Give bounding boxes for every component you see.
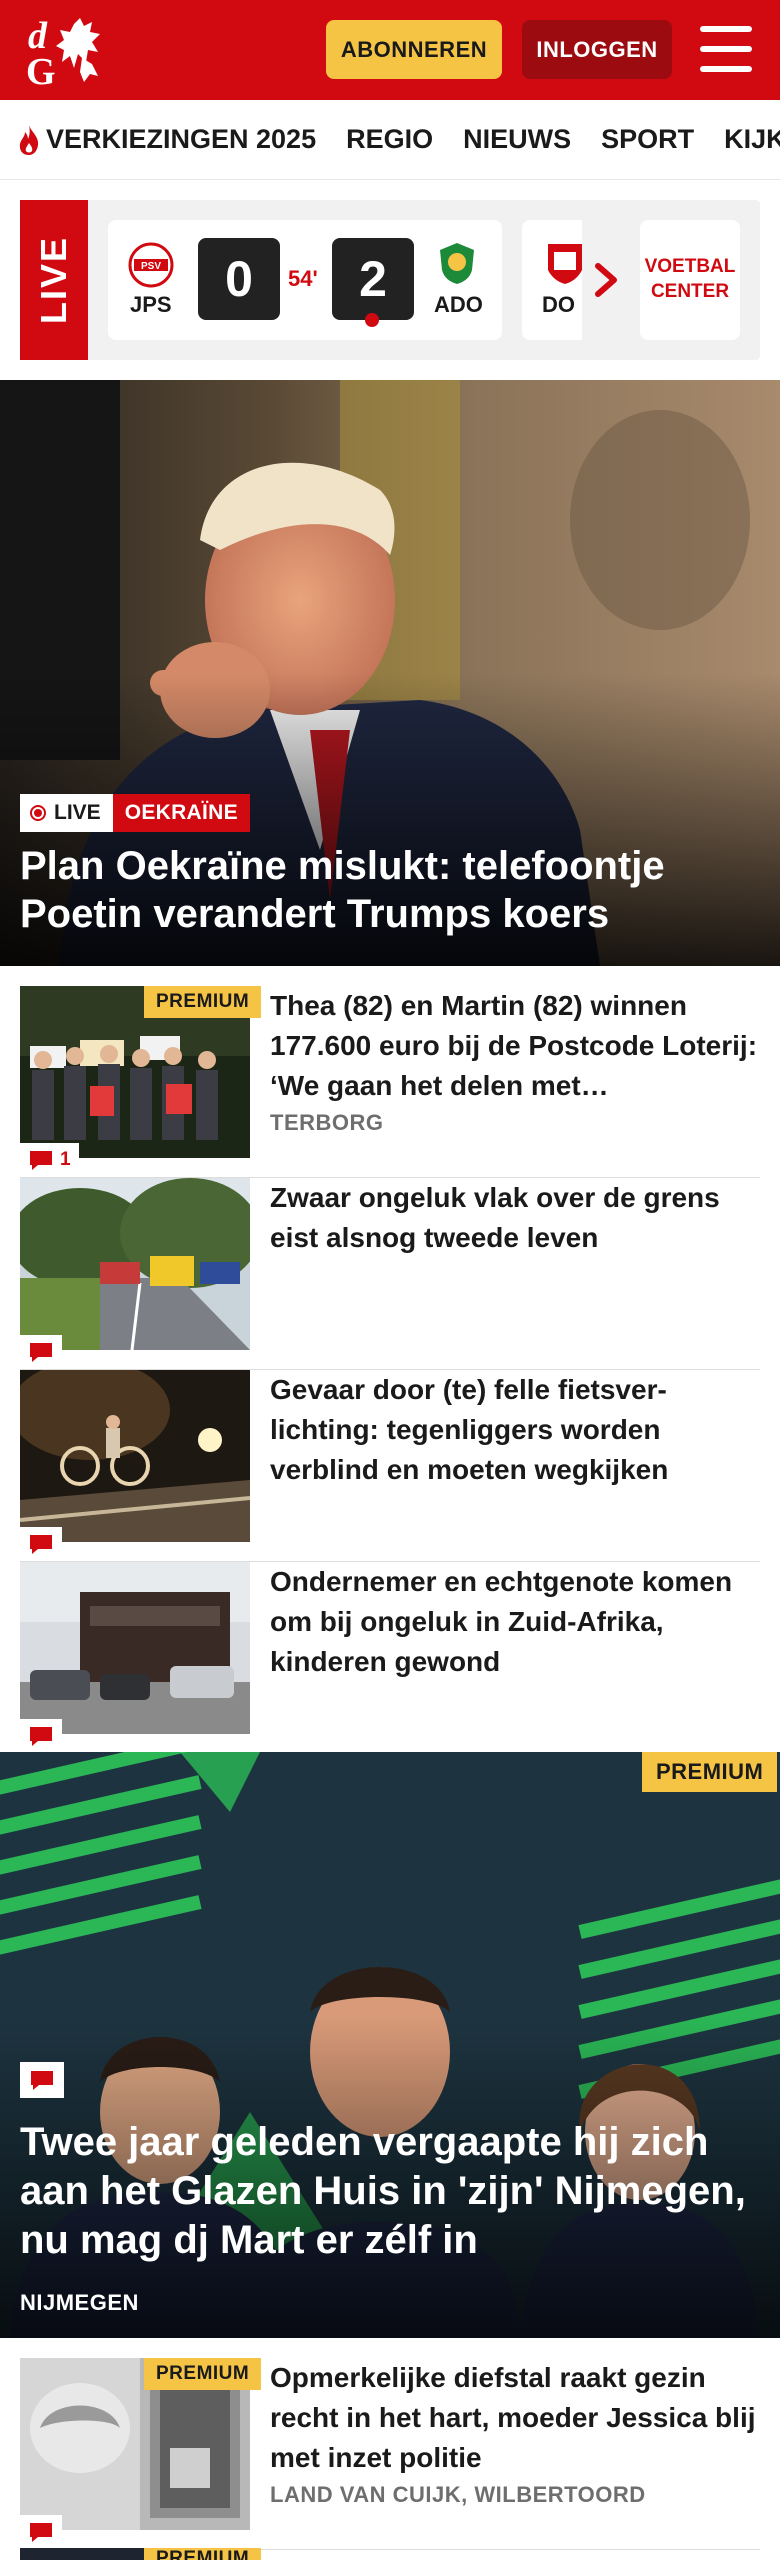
- comment-badge[interactable]: [20, 1527, 62, 1561]
- comment-badge[interactable]: [20, 2515, 62, 2549]
- feature-location: NIJMEGEN: [20, 2290, 139, 2315]
- article-location: LAND VAN CUIJK, WILBERTOORD: [270, 2482, 646, 2507]
- site-logo[interactable]: d G: [22, 14, 118, 88]
- live-badge: LIVE: [20, 794, 113, 832]
- next-home-team: DO: [542, 292, 575, 317]
- article-title[interactable]: Zwaar ongeluk vlak over de grens eist al…: [270, 1178, 760, 1258]
- next-match-card[interactable]: DO: [522, 220, 582, 340]
- comment-count: 1: [60, 1149, 71, 1170]
- live-badge-label: LIVE: [54, 801, 101, 824]
- article-title[interactable]: Gevaar door (te) felle fietsver-lichting…: [270, 1370, 760, 1490]
- live-label: LIVE: [33, 235, 75, 325]
- goal-indicator: [365, 313, 379, 327]
- main-nav: VERKIEZINGEN 2025 REGIO NIEUWS SPORT KIJ…: [0, 100, 780, 180]
- flame-icon: [19, 124, 39, 155]
- psv-logo-icon: PSV: [128, 242, 174, 288]
- list-item[interactable]: Gevaar door (te) felle fietsver-lichting…: [20, 1370, 760, 1562]
- article-title[interactable]: Opmerkelijke diefstal raakt gezin recht …: [270, 2358, 760, 2478]
- comment-badge[interactable]: [20, 1719, 62, 1753]
- away-team-name: ADO: [434, 292, 483, 317]
- svg-text:PSV: PSV: [141, 261, 161, 272]
- article-thumbnail: [20, 1562, 250, 1734]
- team-logo-icon: [548, 244, 582, 284]
- match-minute: 54': [288, 266, 318, 291]
- premium-badge: PREMIUM: [144, 2358, 262, 2390]
- article-title[interactable]: Ondernemer en echtgenote komen om bij on…: [270, 1562, 760, 1682]
- premium-badge: PREMIUM: [144, 986, 262, 1018]
- list-item[interactable]: PREMIUM Opmerkelijke diefstal raakt gezi…: [20, 2358, 760, 2550]
- article-title[interactable]: Thea (82) en Martin (82) winnen 177.600 …: [270, 986, 760, 1106]
- login-button[interactable]: INLOGGEN: [522, 20, 672, 79]
- nav-item-sport[interactable]: SPORT: [601, 124, 694, 155]
- hero-tags: LIVE OEKRAÏNE: [20, 794, 250, 832]
- nav-item-nieuws[interactable]: NIEUWS: [463, 124, 571, 155]
- list-item[interactable]: PREMIUM 1 Thea (82) en Martin (82) winne…: [20, 986, 760, 1178]
- list-item[interactable]: Ondernemer en echtgenote komen om bij on…: [20, 1562, 760, 1754]
- list-item[interactable]: Zwaar ongeluk vlak over de grens eist al…: [20, 1178, 760, 1370]
- feature-title[interactable]: Twee jaar geleden vergaapte hij zich aan…: [20, 2118, 765, 2265]
- nav-item-kijk[interactable]: KIJK: [724, 124, 780, 155]
- hero-title[interactable]: Plan Oekraïne mislukt: telefoontje Poeti…: [20, 842, 760, 938]
- comment-badge[interactable]: [20, 2062, 64, 2098]
- nav-item-regio[interactable]: REGIO: [346, 124, 433, 155]
- ado-logo-icon: [440, 243, 474, 284]
- comment-icon: [30, 1535, 52, 1554]
- voetbal-center-link[interactable]: VOETBAL CENTER: [640, 220, 740, 340]
- subscribe-button[interactable]: ABONNEREN: [326, 20, 502, 79]
- premium-badge: PREMIUM: [642, 1752, 778, 1792]
- menu-icon[interactable]: [700, 26, 752, 72]
- premium-badge: PREMIUM: [144, 2548, 262, 2560]
- comment-icon: [31, 2071, 53, 2090]
- comment-icon: [30, 1151, 52, 1170]
- nav-item-verkiezingen[interactable]: VERKIEZINGEN 2025: [16, 123, 316, 157]
- comment-icon: [30, 1343, 52, 1362]
- comment-badge[interactable]: 1: [20, 1143, 79, 1177]
- home-team-name: JPS: [130, 292, 172, 317]
- away-score: 2: [332, 238, 414, 320]
- category-badge[interactable]: OEKRAÏNE: [112, 794, 250, 832]
- home-score: 0: [198, 238, 280, 320]
- chevron-right-icon[interactable]: [586, 258, 626, 302]
- article-thumbnail: [20, 1178, 250, 1350]
- comment-icon: [30, 2523, 52, 2542]
- nav-label: VERKIEZINGEN 2025: [46, 124, 317, 154]
- article-location: TERBORG: [270, 1110, 384, 1135]
- svg-text:G: G: [26, 51, 56, 88]
- comment-badge[interactable]: [20, 1335, 62, 1369]
- match-card[interactable]: PSV JPS 0 54' 2 ADO: [108, 220, 502, 340]
- article-thumbnail: [20, 1370, 250, 1542]
- comment-icon: [30, 1727, 52, 1746]
- live-dot-icon: [30, 805, 46, 821]
